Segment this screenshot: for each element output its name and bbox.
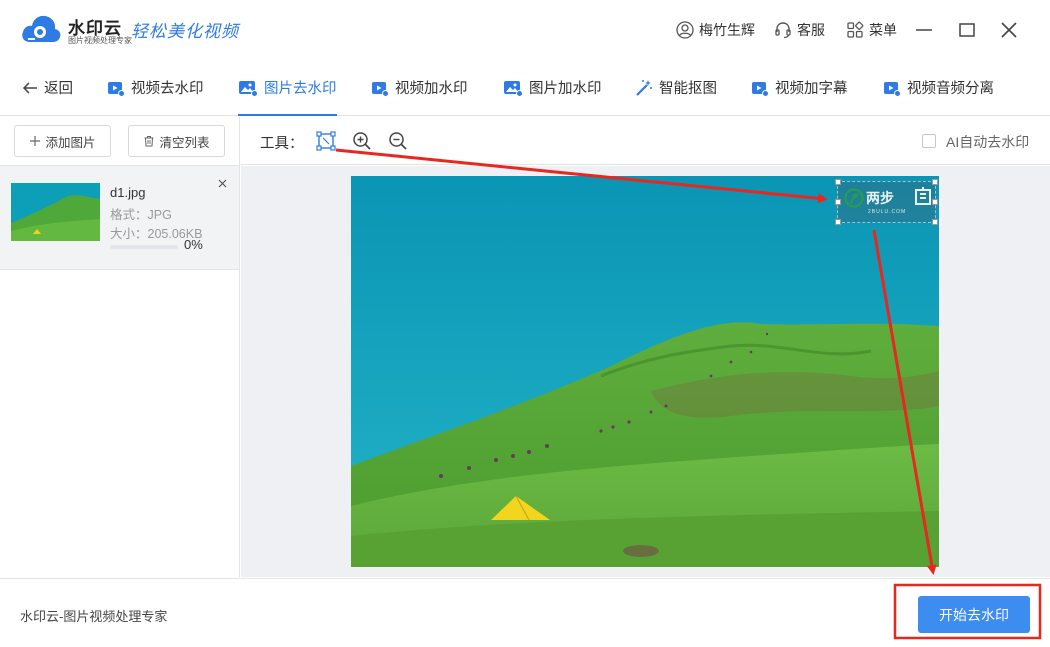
remove-file-button[interactable] [215, 176, 229, 190]
zoom-in-icon [353, 132, 371, 150]
video-icon [752, 81, 769, 97]
tab-label: 视频加水印 [395, 81, 468, 97]
file-list-item[interactable]: d1.jpg 格式：JPG 大小：205.06KB 0% [0, 166, 239, 270]
active-tab-indicator [238, 114, 337, 116]
preview-image[interactable]: 两步 2BULU.COM [351, 176, 939, 567]
minimize-icon [916, 29, 932, 31]
tab-label: 图片去水印 [264, 81, 337, 97]
tab-label: 视频音频分离 [907, 81, 994, 97]
tool-bar: 工具： AI自动去水印 [241, 117, 1050, 165]
watermark-logo-icon [844, 188, 864, 208]
ai-auto-remove-checkbox[interactable] [922, 134, 936, 148]
resize-handle[interactable] [932, 219, 938, 225]
minimize-button[interactable] [912, 18, 936, 42]
back-label: 返回 [44, 81, 73, 97]
file-thumbnail [11, 183, 100, 241]
tab-label: 智能抠图 [659, 81, 717, 97]
resize-handle[interactable] [835, 179, 841, 185]
footer-bar: 水印云-图片视频处理专家 开始去水印 [0, 578, 1050, 647]
tab-label: 视频去水印 [131, 81, 204, 97]
watermark-selection[interactable]: 两步 2BULU.COM [835, 179, 938, 225]
service-label: 客服 [797, 22, 825, 38]
video-icon [884, 81, 901, 97]
magic-wand-icon [636, 79, 652, 96]
image-icon [504, 80, 523, 97]
user-name: 梅竹生辉 [699, 22, 755, 38]
image-icon [239, 80, 258, 97]
clear-list-label: 清空列表 [159, 135, 210, 150]
ai-auto-remove-label[interactable]: AI自动去水印 [946, 132, 1029, 152]
menu-button[interactable]: 菜单 [846, 19, 897, 41]
grid-menu-icon [847, 21, 864, 38]
add-image-button[interactable]: 添加图片 [14, 125, 111, 157]
user-account[interactable]: 梅竹生辉 [676, 19, 755, 41]
plus-icon [30, 136, 41, 146]
maximize-icon [959, 23, 975, 37]
select-region-tool[interactable] [315, 130, 337, 152]
resize-handle[interactable] [932, 179, 938, 185]
watermark-glyph-icon [915, 187, 931, 205]
cloud-logo-icon [22, 15, 61, 42]
tab-label: 视频加字幕 [775, 81, 848, 97]
preview-canvas: 两步 2BULU.COM [241, 166, 1050, 577]
file-format: 格式：JPG [110, 208, 172, 222]
maximize-button[interactable] [955, 18, 979, 42]
progress-bar [110, 245, 178, 249]
watermark-text: 两步 [866, 190, 894, 206]
app-slogan: 轻松美化视频 [131, 22, 239, 42]
trash-icon [144, 136, 154, 147]
zoom-in-button[interactable] [351, 130, 373, 152]
progress-text: 0% [184, 237, 203, 252]
close-icon [218, 179, 226, 187]
footer-text: 水印云-图片视频处理专家 [20, 609, 168, 624]
clear-list-button[interactable]: 清空列表 [128, 125, 225, 157]
tool-label: 工具： [260, 136, 304, 152]
file-list-panel: 添加图片 清空列表 d1.jpg 格式：JPG 大小：205.06KB 0% [0, 117, 240, 577]
menu-label: 菜单 [869, 22, 897, 38]
service-button[interactable]: 客服 [774, 19, 825, 41]
resize-handle[interactable] [835, 219, 841, 225]
video-icon [108, 81, 125, 97]
landscape-photo [351, 176, 939, 567]
tab-smart-cutout[interactable]: 智能抠图 [635, 60, 717, 115]
feature-nav: 返回 视频去水印 图片去水印 视频加水印 图片加水印 智能抠图 视频加字幕 视频… [0, 60, 1050, 116]
zoom-out-button[interactable] [387, 130, 409, 152]
resize-handle[interactable] [835, 199, 841, 205]
watermark-subtext: 2BULU.COM [868, 209, 907, 215]
arrow-left-icon [22, 81, 37, 94]
tab-image-remove-watermark[interactable]: 图片去水印 [238, 60, 337, 116]
app-subtitle: 图片视频处理专家 [68, 36, 132, 45]
tab-image-add-watermark[interactable]: 图片加水印 [503, 60, 602, 115]
close-icon [1001, 22, 1017, 38]
close-button[interactable] [997, 18, 1021, 42]
tab-label: 图片加水印 [529, 81, 602, 97]
zoom-out-icon [389, 132, 407, 150]
select-region-icon [316, 131, 336, 151]
tab-video-add-subtitle[interactable]: 视频加字幕 [751, 60, 848, 115]
user-icon [676, 21, 694, 39]
start-remove-watermark-button[interactable]: 开始去水印 [918, 596, 1030, 633]
resize-handle[interactable] [932, 199, 938, 205]
tab-video-add-watermark[interactable]: 视频加水印 [371, 60, 468, 115]
tab-video-remove-watermark[interactable]: 视频去水印 [107, 60, 204, 115]
title-bar: 水印云 图片视频处理专家 轻松美化视频 梅竹生辉 客服 菜单 [0, 0, 1050, 60]
add-image-label: 添加图片 [45, 135, 96, 150]
tab-video-audio-split[interactable]: 视频音频分离 [883, 60, 994, 115]
video-icon [372, 81, 389, 97]
file-name: d1.jpg [110, 185, 146, 200]
headset-icon [775, 22, 791, 39]
back-button[interactable]: 返回 [22, 60, 73, 115]
